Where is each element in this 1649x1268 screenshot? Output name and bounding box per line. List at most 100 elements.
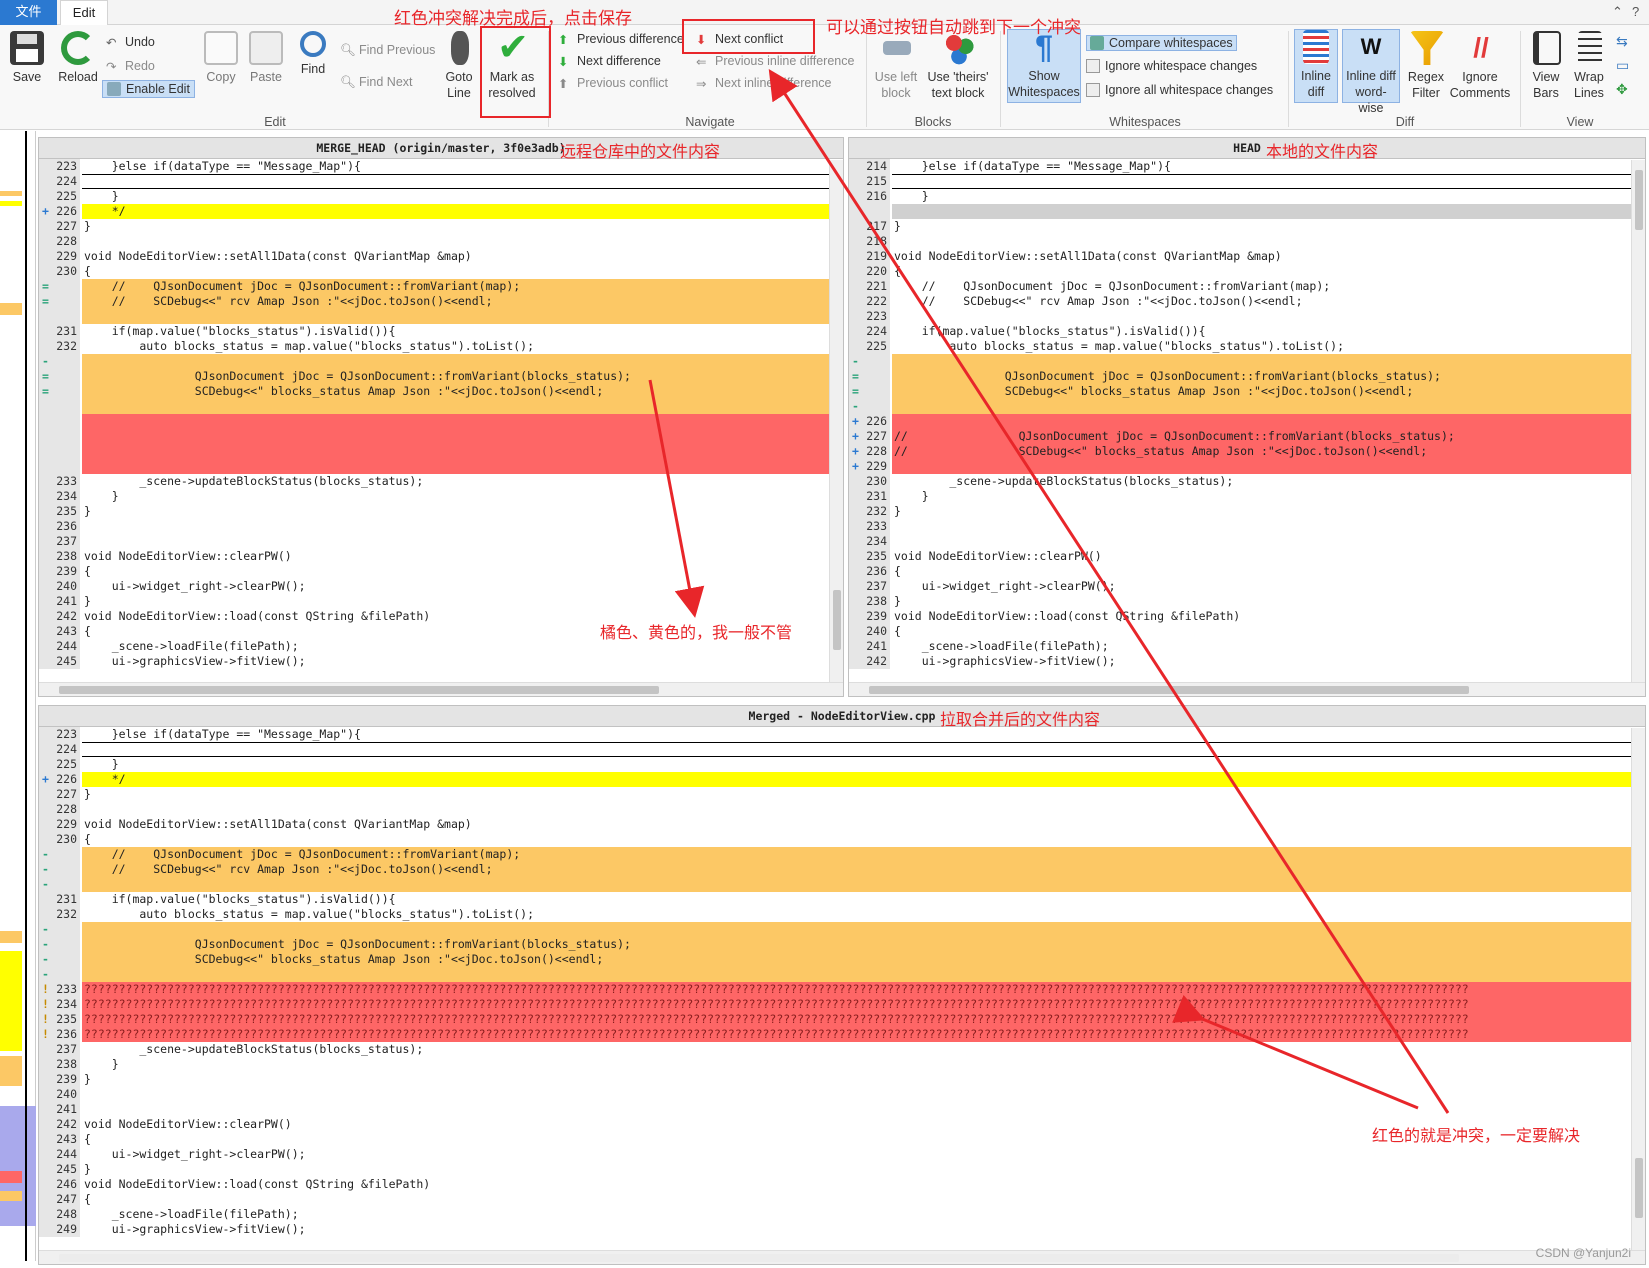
previous-difference-button[interactable]: ⬆ Previous difference <box>558 32 684 47</box>
previous-conflict-button[interactable]: ⬆ Previous conflict <box>558 76 668 91</box>
code-line[interactable]: 249 ui->graphicsView->fitView(); <box>39 1222 1645 1237</box>
code-line[interactable]: = SCDebug<<" blocks_status Amap Json :"<… <box>849 384 1645 399</box>
code-line[interactable]: 216 } <box>849 189 1645 204</box>
code-line[interactable]: 236!????????????????????????????????????… <box>39 1027 1645 1042</box>
code-line[interactable]: 229 + <box>849 459 1645 474</box>
scroll-thumb[interactable] <box>1635 170 1643 230</box>
code-line[interactable]: 241 _scene->loadFile(filePath); <box>849 639 1645 654</box>
regex-filter-button[interactable]: Regex Filter <box>1404 31 1450 101</box>
code-line[interactable]: - SCDebug<<" blocks_status Amap Json :"<… <box>39 952 1645 967</box>
use-left-block-button[interactable]: Use left block <box>874 31 920 101</box>
ignore-whitespace-changes-button[interactable]: Ignore whitespace changes <box>1086 59 1257 73</box>
code-line[interactable]: 237 <box>39 534 843 549</box>
code-line[interactable]: 218 <box>849 234 1645 249</box>
code-line[interactable]: 238 void NodeEditorView::clearPW() <box>39 549 843 564</box>
code-line[interactable]: 223 }else if(dataType == "Message_Map"){ <box>39 727 1645 742</box>
show-whitespaces-button[interactable]: ¶ Show Whitespaces <box>1007 29 1081 103</box>
enable-edit-button[interactable]: Enable Edit <box>102 80 195 98</box>
find-next-button[interactable]: 🔍︎ Find Next <box>340 75 413 89</box>
code-line[interactable]: 224 <box>39 174 843 189</box>
code-line[interactable]: 237 ui->widget_right->clearPW(); <box>849 579 1645 594</box>
goto-line-button[interactable]: Goto Line <box>443 31 477 101</box>
code-line[interactable] <box>39 309 843 324</box>
code-line[interactable]: 225 auto blocks_status = map.value("bloc… <box>849 339 1645 354</box>
code-line[interactable]: 245} <box>39 1162 1645 1177</box>
use-theirs-button[interactable]: Use 'theirs' text block <box>924 31 994 101</box>
code-line[interactable]: - <box>39 922 1645 937</box>
expand-icon[interactable]: ✥ <box>1616 81 1628 98</box>
code-line[interactable]: 234 <box>849 534 1645 549</box>
code-line[interactable]: 214 }else if(dataType == "Message_Map"){ <box>849 159 1645 174</box>
code-line[interactable]: 234!????????????????????????????????????… <box>39 997 1645 1012</box>
code-line[interactable]: 235} <box>39 504 843 519</box>
code-line[interactable]: - // QJsonDocument jDoc = QJsonDocument:… <box>39 847 1645 862</box>
code-line[interactable]: = // SCDebug<<" rcv Amap Json :"<<jDoc.t… <box>39 294 843 309</box>
right-pane-lines[interactable]: 214 }else if(dataType == "Message_Map"){… <box>849 159 1645 669</box>
code-line[interactable]: 239 void NodeEditorView::load(const QStri… <box>849 609 1645 624</box>
code-line[interactable]: - // SCDebug<<" rcv Amap Json :"<<jDoc.t… <box>39 862 1645 877</box>
left-horizontal-scrollbar[interactable] <box>39 682 843 696</box>
code-line[interactable]: - <box>849 354 1645 369</box>
code-line[interactable]: 241 <box>39 1102 1645 1117</box>
code-line[interactable]: 231 if(map.value("blocks_status").isVali… <box>39 892 1645 907</box>
code-line[interactable]: 228 <box>39 234 843 249</box>
code-line[interactable] <box>39 414 843 429</box>
code-line[interactable]: 240 { <box>849 624 1645 639</box>
code-line[interactable]: 246 void NodeEditorView::load(const QStri… <box>39 1177 1645 1192</box>
code-line[interactable] <box>39 459 843 474</box>
code-line[interactable]: 232} <box>849 504 1645 519</box>
code-line[interactable]: 247 { <box>39 1192 1645 1207</box>
right-pane-local[interactable]: HEAD 214 }else if(dataType == "Message_M… <box>848 137 1646 697</box>
redo-button[interactable]: ↷ Redo <box>106 59 155 74</box>
code-line[interactable]: 227} <box>39 787 1645 802</box>
find-button[interactable]: Find <box>296 31 330 77</box>
right-vertical-scrollbar[interactable] <box>1631 160 1645 682</box>
code-line[interactable] <box>39 399 843 414</box>
code-line[interactable]: 230 { <box>39 832 1645 847</box>
code-line[interactable]: 238} <box>849 594 1645 609</box>
code-line[interactable]: 226 + <box>849 414 1645 429</box>
merged-vertical-scrollbar[interactable] <box>1631 728 1645 1250</box>
scroll-thumb[interactable] <box>833 590 841 650</box>
find-previous-button[interactable]: 🔍︎ Find Previous <box>340 43 435 57</box>
code-line[interactable]: = QJsonDocument jDoc = QJsonDocument::fr… <box>39 369 843 384</box>
code-line[interactable]: 223 <box>849 309 1645 324</box>
previous-inline-difference-button[interactable]: ⇐ Previous inline difference <box>696 54 854 69</box>
copy-button[interactable]: Copy <box>203 31 239 85</box>
ignore-all-whitespace-button[interactable]: Ignore all whitespace changes <box>1086 83 1273 97</box>
code-line[interactable]: 235!????????????????????????????????????… <box>39 1012 1645 1027</box>
code-line[interactable]: 228 <box>39 802 1645 817</box>
code-line[interactable]: = // QJsonDocument jDoc = QJsonDocument:… <box>39 279 843 294</box>
save-button[interactable]: Save <box>8 31 46 85</box>
code-line[interactable]: 239 { <box>39 564 843 579</box>
code-line[interactable]: 229 void NodeEditorView::setAll1Data(cons… <box>39 817 1645 832</box>
code-line[interactable]: 231 if(map.value("blocks_status").isVali… <box>39 324 843 339</box>
code-line[interactable]: - <box>39 354 843 369</box>
view-bars-button[interactable]: View Bars <box>1528 31 1566 101</box>
code-line[interactable]: 240 <box>39 1087 1645 1102</box>
code-line[interactable]: 236 <box>39 519 843 534</box>
merged-horizontal-scrollbar[interactable] <box>39 1250 1645 1264</box>
split-view-icon[interactable]: ▭ <box>1616 57 1629 74</box>
next-difference-button[interactable]: ⬇ Next difference <box>558 54 661 69</box>
reload-button[interactable]: Reload <box>56 31 100 85</box>
code-line[interactable]: 223 }else if(dataType == "Message_Map"){ <box>39 159 843 174</box>
code-line[interactable]: = SCDebug<<" blocks_status Amap Json :"<… <box>39 384 843 399</box>
code-line[interactable] <box>849 204 1645 219</box>
code-line[interactable]: 222 // SCDebug<<" rcv Amap Json :"<<jDoc… <box>849 294 1645 309</box>
code-line[interactable]: 228 +// SCDebug<<" blocks_status Amap Jso… <box>849 444 1645 459</box>
code-line[interactable]: 225 } <box>39 189 843 204</box>
scroll-thumb[interactable] <box>59 686 659 694</box>
code-line[interactable]: 224 <box>39 742 1645 757</box>
code-line[interactable]: 221 // QJsonDocument jDoc = QJsonDocumen… <box>849 279 1645 294</box>
wrap-lines-button[interactable]: Wrap Lines <box>1570 31 1610 101</box>
code-line[interactable]: - <box>849 399 1645 414</box>
code-line[interactable]: 227 +// QJsonDocument jDoc = QJsonDocumen… <box>849 429 1645 444</box>
code-line[interactable]: 234 } <box>39 489 843 504</box>
paste-button[interactable]: Paste <box>246 31 286 85</box>
code-line[interactable]: 230 { <box>39 264 843 279</box>
swap-panes-icon[interactable]: ⇆ <box>1616 33 1628 50</box>
merged-pane[interactable]: Merged - NodeEditorView.cpp 223 }else if… <box>38 705 1646 1265</box>
code-line[interactable]: 230 _scene->updateBlockStatus(blocks_sta… <box>849 474 1645 489</box>
code-line[interactable]: 232 auto blocks_status = map.value("bloc… <box>39 339 843 354</box>
